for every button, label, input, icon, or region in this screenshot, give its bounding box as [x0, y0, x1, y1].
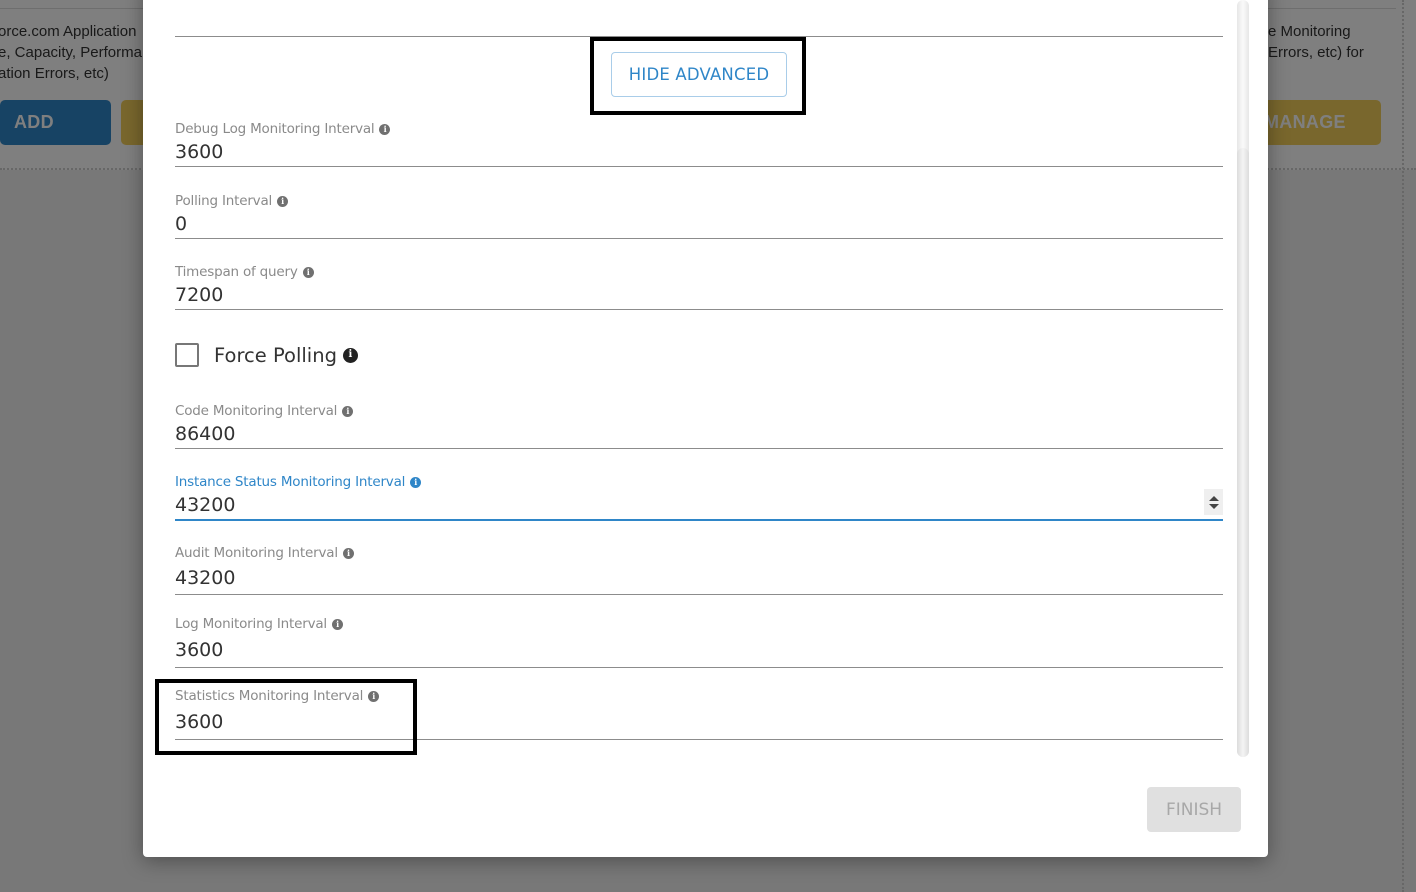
debug-log-monitoring-interval-input[interactable]	[175, 138, 1223, 166]
field-label: Polling Interval	[175, 193, 273, 209]
audit-monitoring-interval-field[interactable]: Audit Monitoring Interval i	[175, 544, 1223, 595]
instance-status-monitoring-interval-input[interactable]	[175, 491, 1223, 519]
info-icon[interactable]: i	[379, 123, 391, 135]
field-label: Instance Status Monitoring Interval	[175, 474, 406, 490]
log-monitoring-interval-input[interactable]	[175, 633, 1223, 667]
info-icon[interactable]: i	[332, 618, 343, 630]
field-label: Audit Monitoring Interval	[175, 545, 338, 561]
code-monitoring-interval-field[interactable]: Code Monitoring Interval i	[175, 402, 1223, 449]
decrement-arrow-icon[interactable]	[1208, 503, 1219, 509]
debug-log-monitoring-interval-field[interactable]: Debug Log Monitoring Interval i	[175, 120, 1223, 167]
hide-advanced-button[interactable]: HIDE ADVANCED	[611, 52, 787, 97]
scrollbar-thumb[interactable]	[1237, 148, 1249, 757]
force-polling-label[interactable]: Force Polling	[214, 344, 337, 367]
code-monitoring-interval-input[interactable]	[175, 420, 1223, 448]
increment-arrow-icon[interactable]	[1208, 495, 1219, 501]
log-monitoring-interval-field[interactable]: Log Monitoring Interval i	[175, 615, 1223, 668]
info-icon[interactable]: i	[342, 347, 358, 363]
instance-status-monitoring-interval-field[interactable]: Instance Status Monitoring Interval i	[175, 473, 1223, 521]
field-label: Timespan of query	[175, 264, 298, 280]
info-icon[interactable]: i	[277, 195, 289, 207]
field-label: Debug Log Monitoring Interval	[175, 121, 375, 137]
force-polling-checkbox[interactable]	[175, 343, 199, 367]
advanced-settings-dialog: HIDE ADVANCED Debug Log Monitoring Inter…	[143, 0, 1268, 857]
polling-interval-field[interactable]: Polling Interval i	[175, 192, 1223, 239]
number-spinner[interactable]	[1204, 489, 1223, 515]
highlight-box	[155, 679, 417, 755]
audit-monitoring-interval-input[interactable]	[175, 562, 1223, 594]
field-label: Log Monitoring Interval	[175, 616, 327, 632]
dialog-scrollbar[interactable]	[1237, 0, 1249, 757]
timespan-of-query-input[interactable]	[175, 281, 1223, 309]
info-icon[interactable]: i	[302, 266, 314, 278]
dialog-scroll-area: HIDE ADVANCED Debug Log Monitoring Inter…	[143, 0, 1248, 757]
info-icon[interactable]: i	[342, 405, 354, 417]
field-label: Code Monitoring Interval	[175, 403, 338, 419]
polling-interval-input[interactable]	[175, 210, 1223, 238]
info-icon[interactable]: i	[342, 547, 354, 559]
finish-button[interactable]: FINISH	[1147, 787, 1241, 832]
timespan-of-query-field[interactable]: Timespan of query i	[175, 263, 1223, 310]
force-polling-row[interactable]: Force Polling i	[175, 343, 358, 367]
info-icon[interactable]: i	[410, 476, 422, 488]
